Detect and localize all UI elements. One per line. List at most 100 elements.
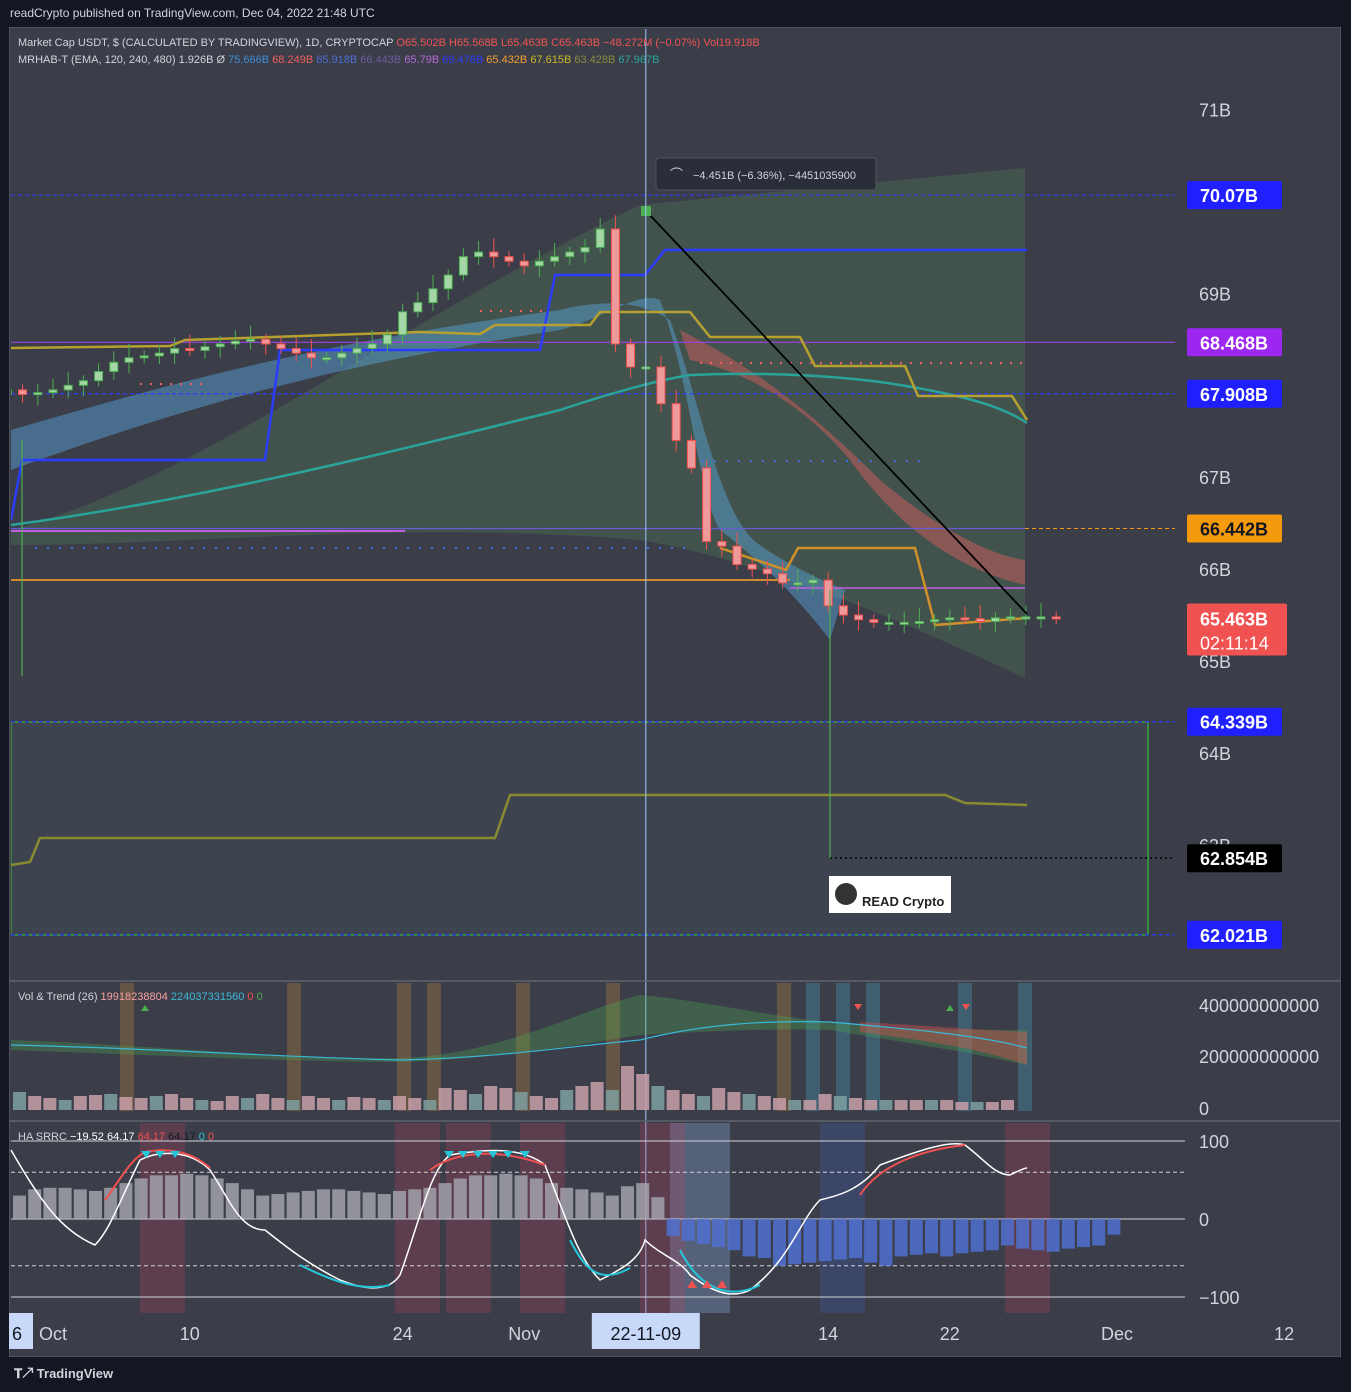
volume-bar bbox=[514, 1092, 528, 1110]
candle-body bbox=[1036, 616, 1046, 620]
candle-body bbox=[18, 389, 28, 395]
volume-highlight-band bbox=[806, 983, 820, 1111]
volume-bar bbox=[666, 1090, 680, 1110]
candle-body bbox=[291, 348, 301, 354]
legend-indicator-value: 65.432B bbox=[486, 54, 530, 66]
candle-body bbox=[808, 579, 818, 584]
osc-histogram-bar bbox=[1077, 1219, 1090, 1248]
chart-canvas[interactable]: ⌒ −4.451B (−6.36%), −4451035900 READ Crypt… bbox=[0, 0, 1351, 1392]
osc-histogram-bar bbox=[73, 1189, 87, 1219]
osc-zone-band bbox=[1005, 1123, 1050, 1313]
candle bbox=[1036, 603, 1046, 628]
osc-histogram-bar bbox=[317, 1189, 330, 1219]
osc-histogram-bar bbox=[864, 1219, 878, 1263]
candle-body bbox=[489, 251, 499, 258]
candle bbox=[610, 215, 620, 353]
osc-legend-value: 64.17 bbox=[107, 1131, 138, 1143]
price-badge: 62.021B bbox=[1187, 920, 1282, 949]
osc-histogram-bar bbox=[453, 1178, 467, 1219]
osc-histogram-bar bbox=[529, 1178, 543, 1219]
osc-histogram-bar bbox=[28, 1189, 42, 1219]
candle-body bbox=[474, 251, 484, 258]
osc-axis-label: 100 bbox=[1199, 1132, 1229, 1152]
candle-body bbox=[702, 467, 712, 543]
osc-histogram-bar bbox=[1046, 1219, 1060, 1252]
time-axis-label: Oct bbox=[39, 1324, 67, 1344]
candle-body bbox=[960, 617, 970, 621]
volume-bar bbox=[195, 1100, 209, 1110]
osc-histogram-bar bbox=[712, 1219, 726, 1248]
candle-body bbox=[63, 384, 73, 391]
candle bbox=[78, 375, 88, 397]
osc-histogram-bar bbox=[347, 1190, 361, 1219]
candle-body bbox=[747, 564, 757, 570]
candle bbox=[33, 384, 43, 406]
candle-body bbox=[230, 340, 240, 345]
volume-up-arrow bbox=[141, 1005, 149, 1011]
volume-bar bbox=[803, 1100, 817, 1110]
osc-histogram-bar bbox=[742, 1219, 756, 1257]
volume-bar bbox=[697, 1096, 710, 1110]
osc-histogram-bar bbox=[195, 1175, 209, 1219]
candle-body bbox=[170, 348, 180, 354]
candle-body bbox=[352, 348, 362, 354]
candle-body bbox=[717, 541, 727, 547]
osc-histogram-bar bbox=[849, 1219, 862, 1258]
volume-legend-zero: 0 bbox=[247, 991, 256, 1003]
volume-bar bbox=[423, 1100, 437, 1110]
volume-bar bbox=[529, 1096, 543, 1110]
candle bbox=[869, 614, 879, 628]
volume-bar bbox=[605, 1090, 619, 1110]
candle-body bbox=[428, 288, 438, 304]
volume-axis-label: 400000000000 bbox=[1199, 996, 1319, 1016]
price-badge: 70.07B bbox=[1187, 181, 1282, 210]
candle-body bbox=[762, 568, 772, 575]
price-tick-label: 66B bbox=[1199, 560, 1231, 580]
time-axis-label: Nov bbox=[508, 1324, 540, 1344]
candle-body bbox=[595, 228, 605, 248]
osc-histogram-bar bbox=[362, 1192, 376, 1219]
osc-histogram-bar bbox=[1016, 1219, 1030, 1249]
osc-histogram-bar bbox=[332, 1189, 346, 1219]
osc-histogram-bar bbox=[909, 1219, 923, 1255]
osc-histogram-bar bbox=[408, 1189, 422, 1219]
osc-histogram-bar bbox=[1061, 1219, 1075, 1249]
candle-body bbox=[367, 343, 377, 350]
time-axis-label: Dec bbox=[1101, 1324, 1133, 1344]
time-axis-label: 10 bbox=[180, 1324, 200, 1344]
osc-legend-zero: 0 bbox=[208, 1131, 214, 1143]
time-axis-label: 12 bbox=[1274, 1324, 1294, 1344]
candle-body bbox=[1006, 616, 1016, 620]
measure-icon: ⌒ bbox=[670, 167, 683, 182]
osc-histogram-bar bbox=[241, 1189, 254, 1219]
osc-legend-value: −19.52 bbox=[70, 1131, 107, 1143]
legend-indicator-value: 65.918B bbox=[316, 54, 360, 66]
candle bbox=[276, 335, 286, 355]
candle-body bbox=[398, 311, 408, 336]
candle bbox=[48, 378, 58, 399]
volume-bar bbox=[590, 1082, 604, 1110]
volume-bar bbox=[134, 1098, 148, 1110]
volume-bar bbox=[1001, 1100, 1014, 1110]
legend-open: O65.502B bbox=[396, 37, 449, 49]
volume-down-arrow bbox=[854, 1004, 862, 1010]
volume-bar bbox=[317, 1098, 330, 1110]
volume-bar bbox=[909, 1100, 923, 1110]
time-axis-label: 22 bbox=[940, 1324, 960, 1344]
volume-bar bbox=[894, 1100, 908, 1110]
osc-histogram-bar bbox=[1001, 1219, 1014, 1246]
candle-body bbox=[215, 343, 225, 348]
volume-bar bbox=[742, 1094, 756, 1110]
legend-indicator-value: 68.249B bbox=[272, 54, 316, 66]
candle bbox=[686, 434, 696, 474]
candle-body bbox=[914, 620, 924, 624]
volume-bar bbox=[499, 1088, 513, 1110]
candle-body bbox=[519, 260, 529, 267]
time-edge-label: 6 bbox=[12, 1324, 22, 1344]
candle-body bbox=[686, 439, 696, 469]
candle bbox=[139, 350, 149, 364]
tradingview-brand: 𝐓↗ TradingView bbox=[14, 1366, 113, 1382]
candle-body bbox=[778, 573, 788, 584]
brand-label: TradingView bbox=[36, 1366, 114, 1381]
candle bbox=[458, 248, 468, 281]
